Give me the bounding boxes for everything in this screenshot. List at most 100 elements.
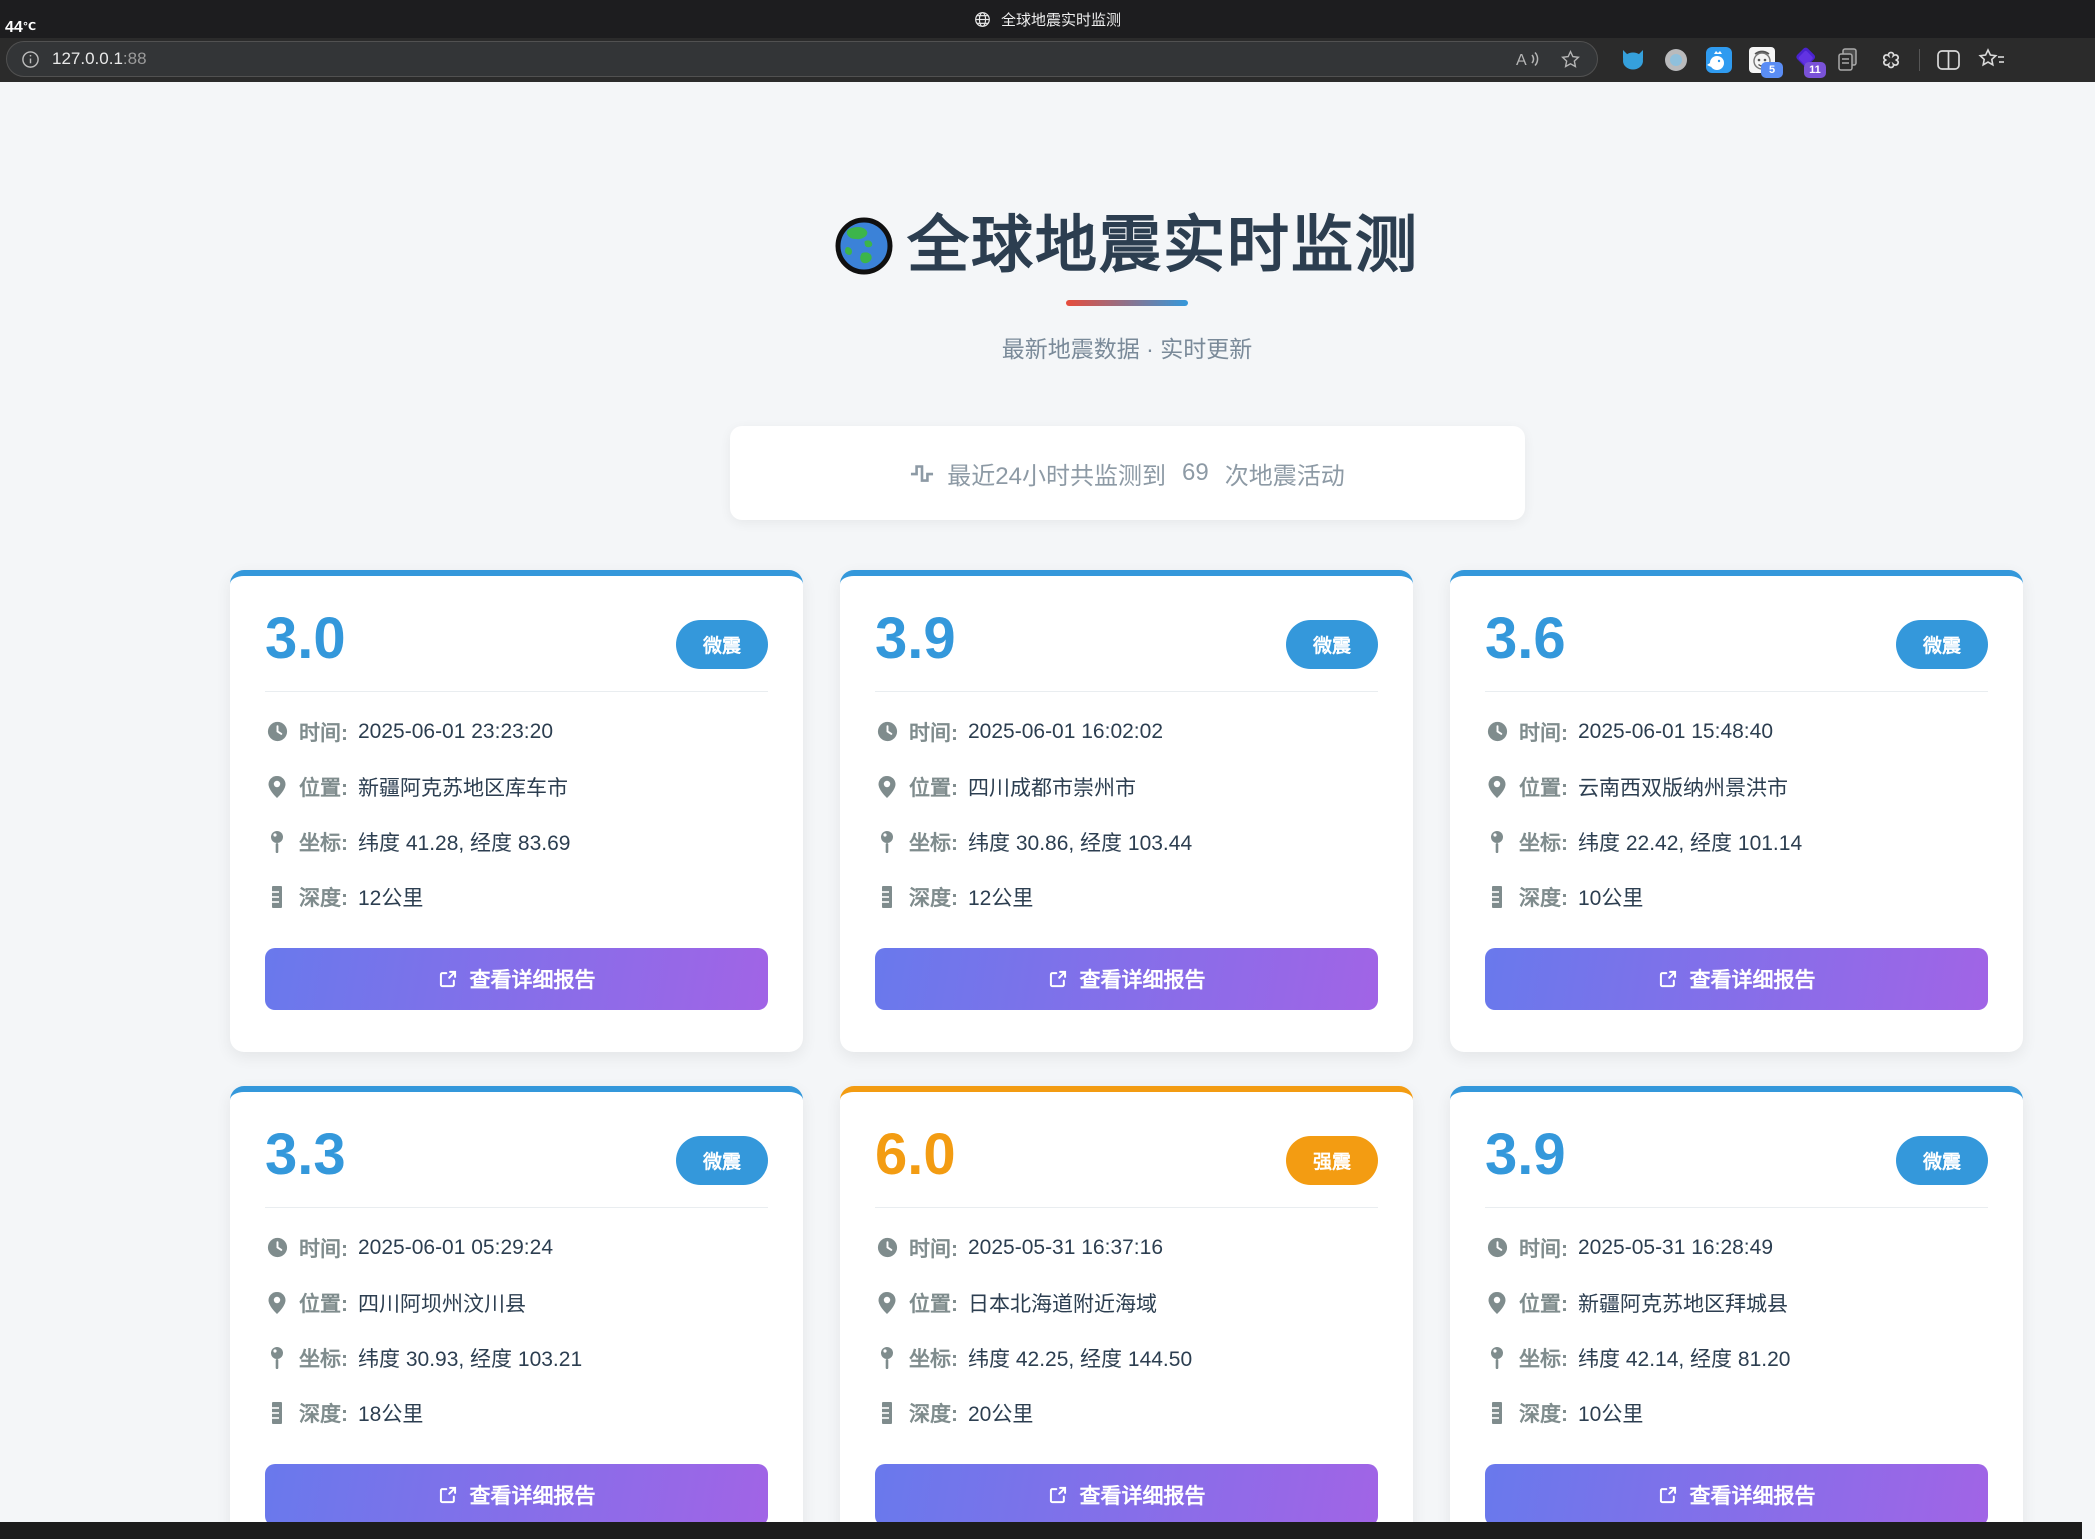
location-value: 云南西双版纳州景洪市	[1578, 772, 1788, 802]
time-label: 时间:	[299, 1233, 348, 1263]
view-report-button[interactable]: 查看详细报告	[265, 948, 768, 1010]
view-report-label: 查看详细报告	[1080, 964, 1206, 994]
favorites-list-star-icon[interactable]	[1976, 45, 2006, 75]
page-subtitle: 最新地震数据 · 实时更新	[230, 330, 2024, 364]
favorite-star-icon[interactable]	[1560, 49, 1581, 70]
url-port: :88	[123, 49, 147, 68]
depth-value: 12公里	[358, 882, 423, 912]
clock-icon	[265, 720, 289, 743]
location-label: 位置:	[299, 772, 348, 802]
browser-essentials-icon[interactable]	[1876, 45, 1906, 75]
external-link-icon	[1048, 1485, 1068, 1505]
external-link-icon	[1048, 969, 1068, 989]
address-bar[interactable]: 127.0.0.1:88 A	[6, 41, 1598, 77]
earthquake-grid: 3.0 微震 时间: 2025-06-01 23:23:20 位置: 新疆阿克苏…	[230, 570, 2024, 1539]
time-value: 2025-06-01 05:29:24	[358, 1236, 553, 1260]
window-title: 全球地震实时监测	[0, 0, 2095, 38]
quake-level-badge: 微震	[676, 1136, 768, 1185]
external-link-icon	[438, 969, 458, 989]
depth-value: 12公里	[968, 882, 1033, 912]
depth-label: 深度:	[1519, 882, 1568, 912]
view-report-button[interactable]: 查看详细报告	[265, 1464, 768, 1526]
coordinates-pin-icon	[1485, 830, 1509, 854]
location-label: 位置:	[1519, 772, 1568, 802]
coordinates-value: 纬度 22.42, 经度 101.14	[1578, 827, 1802, 857]
site-info-icon[interactable]	[21, 50, 40, 69]
magnitude-value: 3.9	[1485, 1122, 1566, 1189]
page-header: 全球地震实时监测 最新地震数据 · 实时更新	[230, 212, 2024, 364]
location-value: 四川成都市崇州市	[968, 772, 1136, 802]
copy-pages-icon[interactable]	[1833, 45, 1863, 75]
magnitude-value: 3.6	[1485, 606, 1566, 673]
url-text[interactable]: 127.0.0.1:88	[52, 49, 147, 69]
browser-toolbar: 127.0.0.1:88 A	[0, 38, 2095, 82]
depth-label: 深度:	[909, 882, 958, 912]
time-label: 时间:	[909, 717, 958, 747]
location-label: 位置:	[1519, 1288, 1568, 1318]
earthquake-card: 3.9 微震 时间: 2025-06-01 16:02:02 位置: 四川成都市…	[840, 570, 1413, 1052]
coordinates-pin-icon	[265, 1346, 289, 1370]
earth-globe-icon	[835, 217, 893, 275]
read-aloud-icon[interactable]: A	[1516, 49, 1540, 69]
window-title-text: 全球地震实时监测	[1001, 9, 1121, 30]
coordinates-label: 坐标:	[1519, 827, 1568, 857]
toolbar-separator	[1919, 49, 1920, 71]
extension-badge: 5	[1761, 62, 1783, 78]
earthquake-card: 3.0 微震 时间: 2025-06-01 23:23:20 位置: 新疆阿克苏…	[230, 570, 803, 1052]
meme-face-extension-icon[interactable]: 5	[1747, 45, 1777, 75]
quake-level-badge: 微震	[1896, 620, 1988, 669]
magnitude-value: 3.3	[265, 1122, 346, 1189]
time-label: 时间:	[1519, 717, 1568, 747]
depth-layers-icon	[1485, 885, 1509, 909]
view-report-button[interactable]: 查看详细报告	[875, 1464, 1378, 1526]
card-divider	[1485, 1207, 1988, 1208]
depth-label: 深度:	[1519, 1398, 1568, 1428]
earthquake-card: 3.3 微震 时间: 2025-06-01 05:29:24 位置: 四川阿坝州…	[230, 1086, 803, 1539]
activity-pulse-icon	[909, 460, 935, 486]
quake-level-badge: 微震	[1896, 1136, 1988, 1185]
clock-icon	[1485, 1236, 1509, 1259]
quake-level-badge: 强震	[1286, 1136, 1378, 1185]
card-divider	[265, 691, 768, 692]
depth-value: 18公里	[358, 1398, 423, 1428]
depth-layers-icon	[875, 1401, 899, 1425]
coordinates-value: 纬度 30.86, 经度 103.44	[968, 827, 1192, 857]
clock-icon	[265, 1236, 289, 1259]
quake-level-badge: 微震	[676, 620, 768, 669]
split-screen-icon[interactable]	[1933, 45, 1963, 75]
stats-text-suffix: 次地震活动	[1225, 456, 1345, 491]
depth-value: 10公里	[1578, 882, 1643, 912]
view-report-label: 查看详细报告	[1690, 964, 1816, 994]
page-viewport: 全球地震实时监测 最新地震数据 · 实时更新 最近24小时共监测到 69 次地震…	[0, 82, 2095, 1539]
time-value: 2025-05-31 16:37:16	[968, 1236, 1163, 1260]
coordinates-label: 坐标:	[1519, 1343, 1568, 1373]
page-footer-strip	[0, 1522, 2082, 1539]
temperature-value: 44	[5, 19, 23, 36]
view-report-button[interactable]: 查看详细报告	[875, 948, 1378, 1010]
time-value: 2025-05-31 16:28:49	[1578, 1236, 1773, 1260]
url-host: 127.0.0.1	[52, 49, 123, 68]
view-report-label: 查看详细报告	[470, 964, 596, 994]
card-divider	[875, 691, 1378, 692]
depth-label: 深度:	[299, 1398, 348, 1428]
purple-diamond-extension-icon[interactable]: 11	[1790, 45, 1820, 75]
circle-extension-icon[interactable]	[1661, 45, 1691, 75]
location-pin-icon	[265, 775, 289, 799]
location-value: 日本北海道附近海域	[968, 1288, 1157, 1318]
view-report-button[interactable]: 查看详细报告	[1485, 1464, 1988, 1526]
view-report-label: 查看详细报告	[470, 1480, 596, 1510]
coordinates-value: 纬度 42.25, 经度 144.50	[968, 1343, 1192, 1373]
cat-extension-icon[interactable]	[1618, 45, 1648, 75]
external-link-icon	[438, 1485, 458, 1505]
bird-extension-icon[interactable]	[1704, 45, 1734, 75]
extension-badge: 11	[1804, 62, 1826, 78]
coordinates-value: 纬度 42.14, 经度 81.20	[1578, 1343, 1790, 1373]
depth-label: 深度:	[299, 882, 348, 912]
view-report-label: 查看详细报告	[1690, 1480, 1816, 1510]
clock-icon	[875, 1236, 899, 1259]
location-pin-icon	[875, 1291, 899, 1315]
depth-value: 10公里	[1578, 1398, 1643, 1428]
depth-layers-icon	[1485, 1401, 1509, 1425]
view-report-button[interactable]: 查看详细报告	[1485, 948, 1988, 1010]
extensions-bar: 5 11	[1618, 42, 2006, 78]
